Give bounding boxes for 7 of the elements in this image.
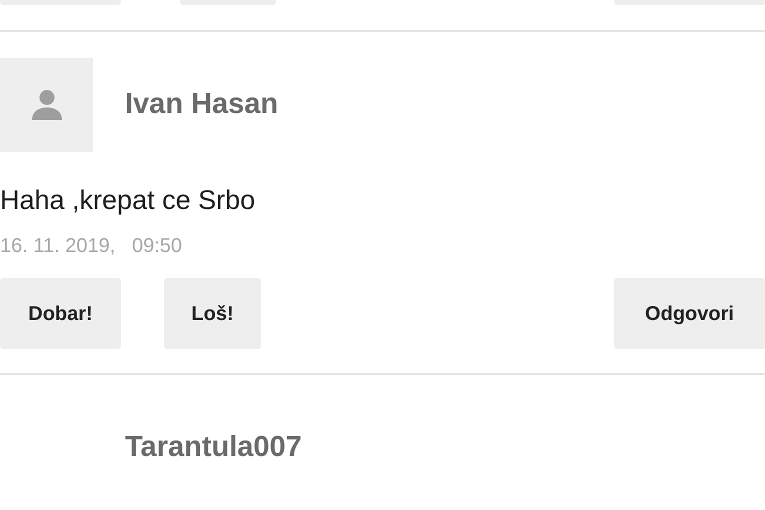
author-name[interactable]: Tarantula007	[125, 426, 302, 470]
dislike-button[interactable]: Loš!	[164, 278, 261, 349]
timestamp: 16. 11. 2019, 09:50	[0, 234, 184, 258]
like-button[interactable]: Dobar!	[0, 278, 121, 349]
reply-button[interactable]: Odgovori	[614, 278, 765, 349]
author-name[interactable]: Ivan Hasan	[125, 83, 278, 127]
comment-text: Haha ,krepat ce Srbo	[0, 184, 256, 217]
